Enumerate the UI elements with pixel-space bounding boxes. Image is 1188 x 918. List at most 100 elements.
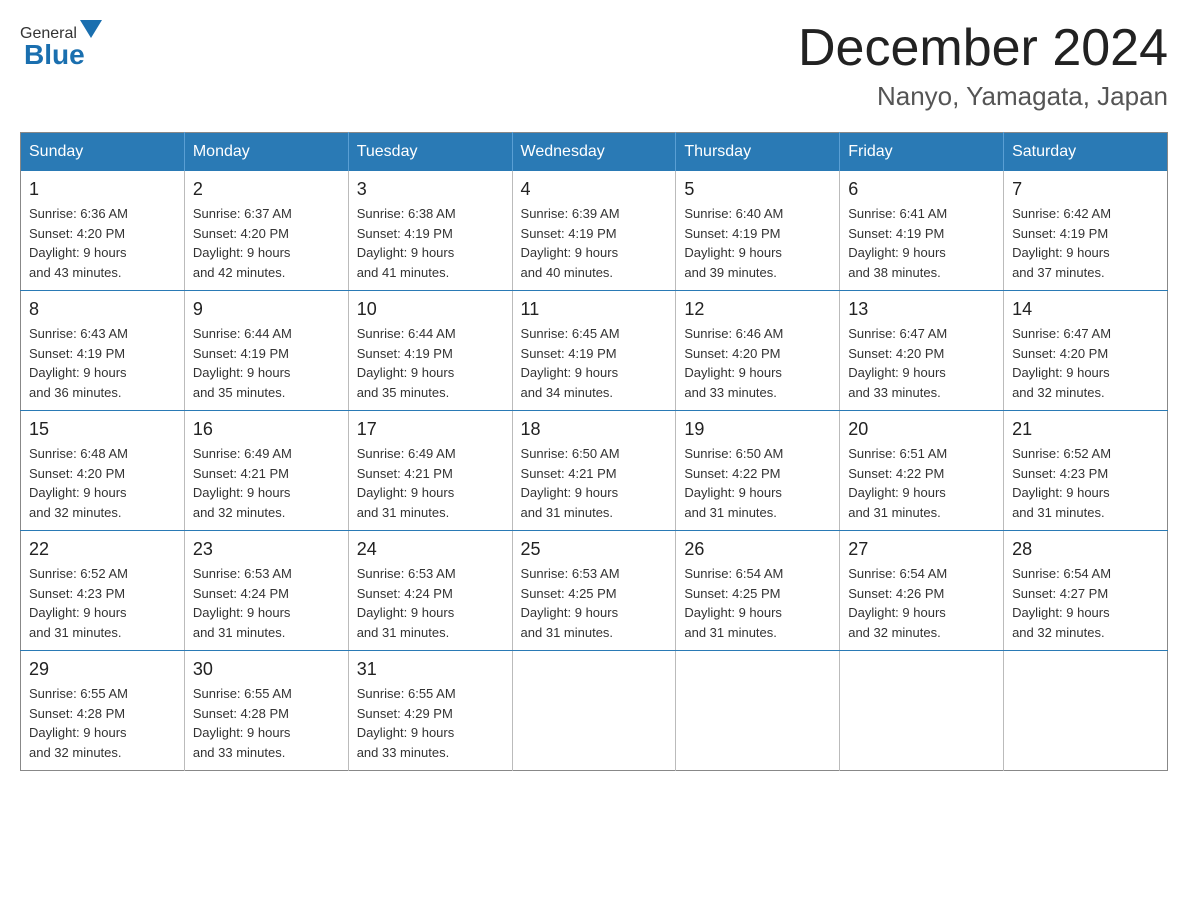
day-info: Sunrise: 6:54 AM Sunset: 4:27 PM Dayligh… [1012, 564, 1159, 642]
day-number: 4 [521, 179, 668, 200]
title-section: December 2024 Nanyo, Yamagata, Japan [798, 20, 1168, 112]
day-number: 12 [684, 299, 831, 320]
day-number: 25 [521, 539, 668, 560]
calendar-cell: 17 Sunrise: 6:49 AM Sunset: 4:21 PM Dayl… [348, 411, 512, 531]
location-title: Nanyo, Yamagata, Japan [798, 81, 1168, 112]
weekday-header-friday: Friday [840, 133, 1004, 172]
calendar-cell [512, 651, 676, 771]
day-number: 20 [848, 419, 995, 440]
day-info: Sunrise: 6:48 AM Sunset: 4:20 PM Dayligh… [29, 444, 176, 522]
day-info: Sunrise: 6:54 AM Sunset: 4:26 PM Dayligh… [848, 564, 995, 642]
calendar-cell: 24 Sunrise: 6:53 AM Sunset: 4:24 PM Dayl… [348, 531, 512, 651]
calendar-cell: 15 Sunrise: 6:48 AM Sunset: 4:20 PM Dayl… [21, 411, 185, 531]
calendar-cell: 5 Sunrise: 6:40 AM Sunset: 4:19 PM Dayli… [676, 171, 840, 291]
day-number: 2 [193, 179, 340, 200]
weekday-header-thursday: Thursday [676, 133, 840, 172]
day-info: Sunrise: 6:50 AM Sunset: 4:22 PM Dayligh… [684, 444, 831, 522]
day-info: Sunrise: 6:55 AM Sunset: 4:29 PM Dayligh… [357, 684, 504, 762]
day-number: 28 [1012, 539, 1159, 560]
calendar-cell: 2 Sunrise: 6:37 AM Sunset: 4:20 PM Dayli… [184, 171, 348, 291]
calendar-cell: 25 Sunrise: 6:53 AM Sunset: 4:25 PM Dayl… [512, 531, 676, 651]
day-info: Sunrise: 6:50 AM Sunset: 4:21 PM Dayligh… [521, 444, 668, 522]
calendar-cell: 21 Sunrise: 6:52 AM Sunset: 4:23 PM Dayl… [1004, 411, 1168, 531]
calendar-cell: 9 Sunrise: 6:44 AM Sunset: 4:19 PM Dayli… [184, 291, 348, 411]
weekday-header-saturday: Saturday [1004, 133, 1168, 172]
day-number: 8 [29, 299, 176, 320]
calendar-cell: 3 Sunrise: 6:38 AM Sunset: 4:19 PM Dayli… [348, 171, 512, 291]
weekday-header-sunday: Sunday [21, 133, 185, 172]
calendar-cell: 19 Sunrise: 6:50 AM Sunset: 4:22 PM Dayl… [676, 411, 840, 531]
day-number: 23 [193, 539, 340, 560]
calendar-cell: 26 Sunrise: 6:54 AM Sunset: 4:25 PM Dayl… [676, 531, 840, 651]
day-number: 18 [521, 419, 668, 440]
calendar-cell: 1 Sunrise: 6:36 AM Sunset: 4:20 PM Dayli… [21, 171, 185, 291]
day-number: 22 [29, 539, 176, 560]
day-number: 14 [1012, 299, 1159, 320]
calendar-cell [1004, 651, 1168, 771]
day-info: Sunrise: 6:53 AM Sunset: 4:24 PM Dayligh… [357, 564, 504, 642]
calendar-header-row: SundayMondayTuesdayWednesdayThursdayFrid… [21, 133, 1168, 172]
weekday-header-monday: Monday [184, 133, 348, 172]
day-info: Sunrise: 6:53 AM Sunset: 4:25 PM Dayligh… [521, 564, 668, 642]
calendar-cell [840, 651, 1004, 771]
day-info: Sunrise: 6:45 AM Sunset: 4:19 PM Dayligh… [521, 324, 668, 402]
day-number: 27 [848, 539, 995, 560]
day-number: 26 [684, 539, 831, 560]
calendar-cell: 4 Sunrise: 6:39 AM Sunset: 4:19 PM Dayli… [512, 171, 676, 291]
calendar-cell: 16 Sunrise: 6:49 AM Sunset: 4:21 PM Dayl… [184, 411, 348, 531]
day-number: 9 [193, 299, 340, 320]
calendar-cell: 28 Sunrise: 6:54 AM Sunset: 4:27 PM Dayl… [1004, 531, 1168, 651]
logo-blue-text: Blue [20, 39, 85, 71]
day-number: 3 [357, 179, 504, 200]
day-info: Sunrise: 6:51 AM Sunset: 4:22 PM Dayligh… [848, 444, 995, 522]
calendar-cell: 7 Sunrise: 6:42 AM Sunset: 4:19 PM Dayli… [1004, 171, 1168, 291]
logo: General Blue [20, 20, 102, 71]
day-number: 24 [357, 539, 504, 560]
day-info: Sunrise: 6:54 AM Sunset: 4:25 PM Dayligh… [684, 564, 831, 642]
calendar-table: SundayMondayTuesdayWednesdayThursdayFrid… [20, 132, 1168, 771]
day-info: Sunrise: 6:41 AM Sunset: 4:19 PM Dayligh… [848, 204, 995, 282]
day-number: 5 [684, 179, 831, 200]
day-number: 30 [193, 659, 340, 680]
day-info: Sunrise: 6:52 AM Sunset: 4:23 PM Dayligh… [1012, 444, 1159, 522]
month-title: December 2024 [798, 20, 1168, 77]
calendar-cell: 6 Sunrise: 6:41 AM Sunset: 4:19 PM Dayli… [840, 171, 1004, 291]
day-info: Sunrise: 6:55 AM Sunset: 4:28 PM Dayligh… [29, 684, 176, 762]
day-info: Sunrise: 6:46 AM Sunset: 4:20 PM Dayligh… [684, 324, 831, 402]
day-info: Sunrise: 6:39 AM Sunset: 4:19 PM Dayligh… [521, 204, 668, 282]
day-info: Sunrise: 6:55 AM Sunset: 4:28 PM Dayligh… [193, 684, 340, 762]
calendar-cell: 10 Sunrise: 6:44 AM Sunset: 4:19 PM Dayl… [348, 291, 512, 411]
calendar-cell: 8 Sunrise: 6:43 AM Sunset: 4:19 PM Dayli… [21, 291, 185, 411]
day-info: Sunrise: 6:47 AM Sunset: 4:20 PM Dayligh… [1012, 324, 1159, 402]
calendar-cell: 31 Sunrise: 6:55 AM Sunset: 4:29 PM Dayl… [348, 651, 512, 771]
day-number: 19 [684, 419, 831, 440]
calendar-week-row: 22 Sunrise: 6:52 AM Sunset: 4:23 PM Dayl… [21, 531, 1168, 651]
calendar-cell: 30 Sunrise: 6:55 AM Sunset: 4:28 PM Dayl… [184, 651, 348, 771]
day-number: 29 [29, 659, 176, 680]
day-info: Sunrise: 6:49 AM Sunset: 4:21 PM Dayligh… [193, 444, 340, 522]
calendar-week-row: 1 Sunrise: 6:36 AM Sunset: 4:20 PM Dayli… [21, 171, 1168, 291]
day-number: 31 [357, 659, 504, 680]
day-number: 10 [357, 299, 504, 320]
day-info: Sunrise: 6:38 AM Sunset: 4:19 PM Dayligh… [357, 204, 504, 282]
day-info: Sunrise: 6:44 AM Sunset: 4:19 PM Dayligh… [193, 324, 340, 402]
calendar-week-row: 29 Sunrise: 6:55 AM Sunset: 4:28 PM Dayl… [21, 651, 1168, 771]
calendar-week-row: 15 Sunrise: 6:48 AM Sunset: 4:20 PM Dayl… [21, 411, 1168, 531]
day-info: Sunrise: 6:37 AM Sunset: 4:20 PM Dayligh… [193, 204, 340, 282]
calendar-cell: 22 Sunrise: 6:52 AM Sunset: 4:23 PM Dayl… [21, 531, 185, 651]
page-header: General Blue December 2024 Nanyo, Yamaga… [20, 20, 1168, 112]
day-info: Sunrise: 6:43 AM Sunset: 4:19 PM Dayligh… [29, 324, 176, 402]
day-info: Sunrise: 6:52 AM Sunset: 4:23 PM Dayligh… [29, 564, 176, 642]
calendar-cell: 11 Sunrise: 6:45 AM Sunset: 4:19 PM Dayl… [512, 291, 676, 411]
calendar-cell: 29 Sunrise: 6:55 AM Sunset: 4:28 PM Dayl… [21, 651, 185, 771]
day-number: 13 [848, 299, 995, 320]
calendar-cell: 13 Sunrise: 6:47 AM Sunset: 4:20 PM Dayl… [840, 291, 1004, 411]
day-number: 1 [29, 179, 176, 200]
calendar-cell: 20 Sunrise: 6:51 AM Sunset: 4:22 PM Dayl… [840, 411, 1004, 531]
day-number: 11 [521, 299, 668, 320]
day-number: 21 [1012, 419, 1159, 440]
day-info: Sunrise: 6:44 AM Sunset: 4:19 PM Dayligh… [357, 324, 504, 402]
calendar-cell [676, 651, 840, 771]
weekday-header-tuesday: Tuesday [348, 133, 512, 172]
day-number: 17 [357, 419, 504, 440]
